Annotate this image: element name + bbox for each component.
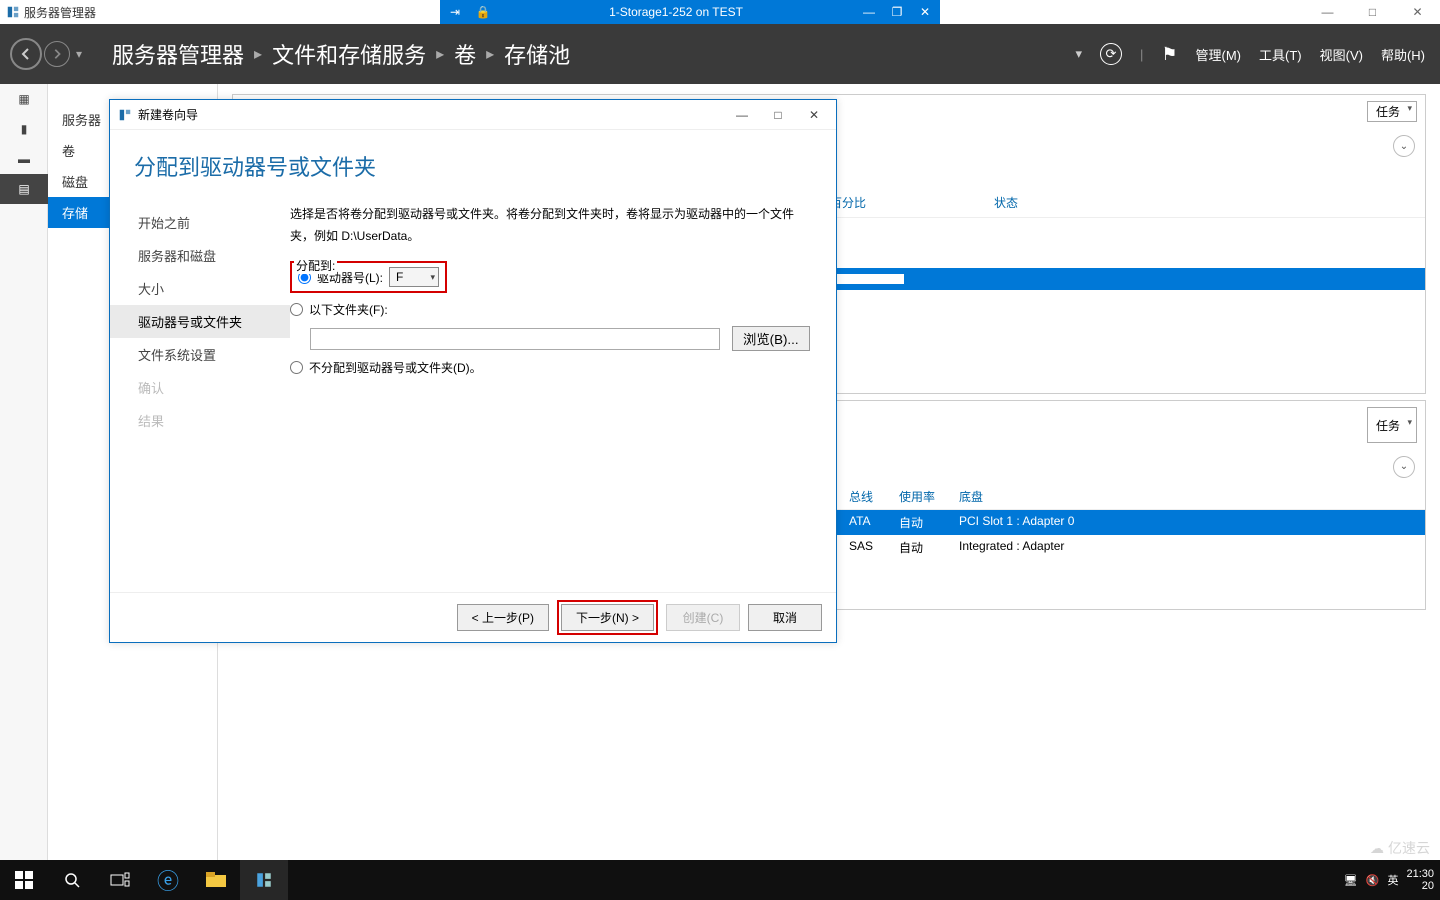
sound-icon[interactable]: 🔇 (1366, 874, 1380, 887)
server-manager-taskbar-icon[interactable] (240, 860, 288, 900)
vm-close-button[interactable]: ✕ (916, 3, 934, 21)
start-button[interactable] (0, 860, 48, 900)
wizard-titlebar: 新建卷向导 — □ ✕ (110, 100, 836, 130)
option-folder[interactable]: 以下文件夹(F): (290, 301, 816, 318)
outer-window-controls: — □ ✕ (1305, 0, 1440, 24)
step-before[interactable]: 开始之前 (110, 206, 290, 239)
breadcrumb-item[interactable]: 服务器管理器 (112, 38, 244, 70)
menu-manage[interactable]: 管理(M) (1196, 45, 1242, 64)
step-filesystem[interactable]: 文件系统设置 (110, 338, 290, 371)
pin-icon[interactable]: ⇥ (446, 3, 464, 21)
breadcrumb-item[interactable]: 存储池 (504, 38, 570, 70)
col-status[interactable]: 状态 (994, 194, 1415, 211)
watermark: ☁亿速云 (1370, 838, 1430, 858)
vm-restore-button[interactable]: ❐ (888, 3, 906, 21)
wizard-heading: 分配到驱动器号或文件夹 (110, 130, 836, 188)
ie-icon[interactable]: ⓔ (144, 860, 192, 900)
taskview-button[interactable] (96, 860, 144, 900)
outer-close-button[interactable]: ✕ (1395, 0, 1440, 24)
browse-button[interactable]: 浏览(B)... (732, 326, 810, 351)
nav-forward-button[interactable] (44, 41, 70, 67)
clock[interactable]: 21:30 20 (1406, 868, 1434, 892)
new-volume-wizard: 新建卷向导 — □ ✕ 分配到驱动器号或文件夹 开始之前 服务器和磁盘 大小 驱… (109, 99, 837, 643)
expand-button[interactable]: ⌄ (1393, 135, 1415, 157)
col-usage[interactable]: 使用率 (899, 488, 959, 505)
col-bus[interactable]: 总线 (849, 488, 899, 505)
breadcrumb-item[interactable]: 卷 (454, 38, 476, 70)
app-title: 服务器管理器 (0, 4, 96, 21)
cell-bus: ATA (849, 514, 899, 531)
all-servers-icon[interactable]: ▬ (0, 144, 48, 174)
server-manager-menu: ▾ ⟳ | ⚑ 管理(M) 工具(T) 视图(V) 帮助(H) (1075, 24, 1425, 84)
menu-view[interactable]: 视图(V) (1320, 45, 1363, 64)
outer-minimize-button[interactable]: — (1305, 0, 1350, 24)
folder-path-input[interactable] (310, 328, 720, 350)
ime-indicator[interactable]: 英 (1387, 872, 1398, 888)
wizard-steps: 开始之前 服务器和磁盘 大小 驱动器号或文件夹 文件系统设置 确认 结果 (110, 188, 290, 588)
app-title-text: 服务器管理器 (24, 4, 96, 21)
step-size[interactable]: 大小 (110, 272, 290, 305)
option-none[interactable]: 不分配到驱动器号或文件夹(D)。 (290, 359, 816, 376)
none-label: 不分配到驱动器号或文件夹(D)。 (309, 359, 482, 376)
local-server-icon[interactable]: ▮ (0, 114, 48, 144)
dashboard-icon[interactable]: ▦ (0, 84, 48, 114)
step-drive-letter[interactable]: 驱动器号或文件夹 (110, 305, 290, 338)
vm-minimize-button[interactable]: — (860, 3, 878, 21)
explorer-icon[interactable] (192, 860, 240, 900)
drive-letter-select[interactable]: F (389, 267, 439, 287)
cell-usage: 自动 (899, 539, 959, 556)
wizard-icon (118, 108, 132, 122)
step-confirm: 确认 (110, 371, 290, 404)
wizard-content: 选择是否将卷分配到驱动器号或文件夹。将卷分配到文件夹时，卷将显示为驱动器中的一个… (290, 188, 816, 588)
cell-chassis: PCI Slot 1 : Adapter 0 (959, 514, 1415, 531)
col-chassis[interactable]: 底盘 (959, 488, 1415, 505)
step-result: 结果 (110, 404, 290, 437)
assign-group-label: 分配到: (294, 257, 337, 274)
server-manager-icon (6, 5, 20, 19)
wizard-title-text: 新建卷向导 (138, 106, 198, 123)
wizard-description: 选择是否将卷分配到驱动器号或文件夹。将卷分配到文件夹时，卷将显示为驱动器中的一个… (290, 204, 816, 247)
wizard-close-button[interactable]: ✕ (796, 103, 832, 127)
outer-maximize-button[interactable]: □ (1350, 0, 1395, 24)
menu-help[interactable]: 帮助(H) (1381, 45, 1425, 64)
flag-icon[interactable]: ⚑ (1161, 44, 1177, 65)
pool-tasks-button[interactable]: 任务 (1367, 101, 1417, 122)
breadcrumb: 服务器管理器▸ 文件和存储服务▸ 卷▸ 存储池 (112, 38, 570, 70)
taskbar: ⓔ 🖥 🔇 英 21:30 20 (0, 860, 1440, 900)
cell-usage: 自动 (899, 514, 959, 531)
refresh-icon[interactable]: ⟳ (1100, 43, 1122, 65)
vm-connection-bar: ⇥ 🔒 1-Storage1-252 on TEST — ❐ ✕ (440, 0, 940, 24)
menu-dropdown-icon[interactable]: ▾ (1075, 46, 1082, 62)
option-drive-letter[interactable]: 驱动器号(L): F (290, 261, 816, 293)
network-icon[interactable]: 🖥 (1344, 874, 1358, 887)
system-tray: 🖥 🔇 英 21:30 20 (1344, 860, 1434, 900)
create-button: 创建(C) (666, 604, 740, 631)
prev-button[interactable]: < 上一步(P) (457, 604, 549, 631)
wizard-maximize-button[interactable]: □ (760, 103, 796, 127)
disk-tasks-button[interactable]: 任务 (1367, 407, 1417, 443)
cell-bus: SAS (849, 539, 899, 556)
search-button[interactable] (48, 860, 96, 900)
nav-dropdown-icon[interactable]: ▾ (76, 47, 82, 61)
lock-icon[interactable]: 🔒 (474, 3, 492, 21)
wizard-minimize-button[interactable]: — (724, 103, 760, 127)
file-storage-icon[interactable]: ▤ (0, 174, 48, 204)
radio-none[interactable] (290, 361, 303, 374)
next-button[interactable]: 下一步(N) > (561, 604, 654, 631)
radio-folder[interactable] (290, 303, 303, 316)
disk-expand-button[interactable]: ⌄ (1393, 456, 1415, 478)
nav-back-button[interactable] (10, 38, 42, 70)
vm-title-text: 1-Storage1-252 on TEST (502, 5, 850, 19)
cancel-button[interactable]: 取消 (748, 604, 822, 631)
breadcrumb-item[interactable]: 文件和存储服务 (272, 38, 426, 70)
folder-label: 以下文件夹(F): (309, 301, 388, 318)
left-icon-bar: ▦ ▮ ▬ ▤ (0, 84, 48, 860)
wizard-footer: < 上一步(P) 下一步(N) > 创建(C) 取消 (110, 592, 836, 642)
step-server-disk[interactable]: 服务器和磁盘 (110, 239, 290, 272)
menu-tools[interactable]: 工具(T) (1259, 45, 1302, 64)
cell-chassis: Integrated : Adapter (959, 539, 1415, 556)
